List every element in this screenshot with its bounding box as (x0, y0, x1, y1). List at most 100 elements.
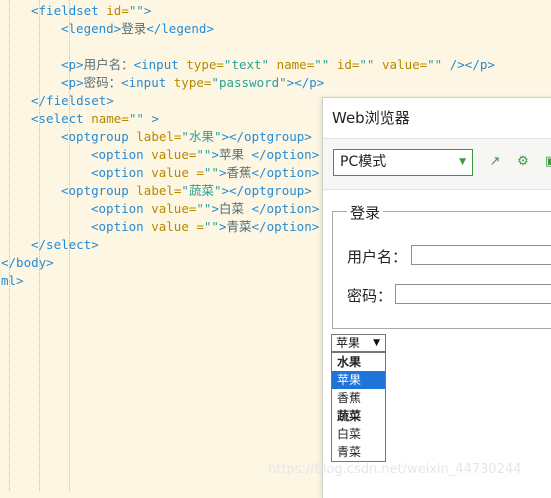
panel-icon[interactable]: ▣ (543, 154, 551, 170)
code-token: <p> (61, 57, 84, 72)
code-token: <optgroup (61, 183, 137, 198)
watermark: https://blog.csdn.net/weixin_44730244 (268, 462, 522, 477)
code-line: ml> (1, 272, 24, 290)
select-option[interactable]: 白菜 (332, 425, 385, 443)
code-line: <option value="">白菜 </option> (91, 200, 319, 218)
code-token: > (211, 147, 219, 162)
code-token: "" (196, 201, 212, 216)
code-token: name= (91, 111, 129, 126)
code-token: > (143, 3, 152, 18)
select-option[interactable]: 香蕉 (332, 389, 385, 407)
code-token: value = (151, 219, 204, 234)
code-token: 用户名： (83, 57, 134, 72)
web-browser-panel: Web浏览器 PC模式 ▼ ↗ ⚙ ▣ 登录 用户名： 密码： 苹果 ▼ 水果苹… (322, 97, 551, 498)
mode-select-value: PC模式 (340, 154, 387, 170)
browser-title: Web浏览器 (332, 109, 410, 127)
code-token: value= (151, 201, 197, 216)
code-token: <fieldset (31, 3, 107, 18)
fruit-select[interactable]: 苹果 ▼ (331, 334, 386, 352)
code-token: "" (203, 165, 219, 180)
code-token: </option> (251, 201, 320, 216)
code-token: value= (151, 147, 197, 162)
browser-toolbar: PC模式 ▼ ↗ ⚙ ▣ (323, 138, 551, 190)
code-line: <option value="">苹果 </option> (91, 146, 319, 164)
code-token: "" (314, 57, 330, 72)
indent-guide (9, 0, 10, 491)
code-line: </body> (1, 254, 54, 272)
code-token: 登录 (121, 21, 147, 36)
code-token: > (218, 219, 227, 234)
code-token: <select (31, 111, 92, 126)
password-input[interactable] (395, 284, 551, 304)
login-fieldset (332, 211, 551, 329)
code-token: <optgroup (61, 129, 137, 144)
code-token: value = (151, 165, 204, 180)
code-line: <option value ="">香蕉</option> (91, 164, 319, 182)
optgroup-label: 水果 (337, 355, 362, 369)
code-token: "" (128, 111, 144, 126)
select-option[interactable]: 苹果 (332, 371, 385, 389)
code-token: "" (427, 57, 443, 72)
code-line: <p>密码：<input type="password"></p> (61, 74, 324, 92)
code-token: name= (269, 57, 315, 72)
code-token: 密码： (83, 75, 122, 90)
select-current-value: 苹果 (336, 336, 361, 350)
code-token: </legend> (146, 21, 214, 36)
chevron-down-icon: ▼ (459, 157, 466, 167)
code-token: </option> (251, 219, 320, 234)
code-token: /></p> (442, 57, 495, 72)
code-token: > (143, 111, 159, 126)
code-token: </fieldset> (31, 93, 114, 108)
code-token: </select> (31, 237, 99, 252)
code-token: </option> (251, 165, 320, 180)
code-token: "password" (211, 75, 287, 90)
code-token: 白菜 (218, 201, 252, 216)
code-line: <optgroup label="水果"></optgroup> (61, 128, 312, 146)
select-option[interactable]: 青菜 (332, 443, 385, 461)
code-line: </select> (31, 236, 99, 254)
code-token: 青菜 (226, 219, 252, 234)
code-token: "水果" (181, 129, 222, 144)
password-label: 密码： (347, 287, 393, 305)
username-label: 用户名： (347, 248, 408, 266)
code-token: id= (106, 3, 129, 18)
code-token: "" (203, 219, 219, 234)
code-token: "text" (223, 57, 270, 72)
username-input[interactable] (411, 245, 551, 265)
code-token: <option (91, 219, 152, 234)
mode-select[interactable]: PC模式 ▼ (333, 149, 473, 176)
code-token: 苹果 (218, 147, 252, 162)
code-token: </body> (1, 255, 54, 270)
code-token: <option (91, 147, 152, 162)
open-external-icon[interactable]: ↗ (487, 154, 503, 170)
code-token: > (211, 201, 219, 216)
select-dropdown-list: 水果苹果 香蕉蔬菜白菜 青菜 (331, 352, 386, 462)
code-token: <legend> (61, 21, 122, 36)
chevron-down-icon: ▼ (373, 338, 380, 348)
code-token: ></p> (286, 75, 325, 90)
code-line: </fieldset> (31, 92, 114, 110)
code-token: label= (136, 183, 182, 198)
optgroup-label: 蔬菜 (337, 409, 362, 423)
code-token: "蔬菜" (181, 183, 222, 198)
code-token: label= (136, 129, 182, 144)
code-token: ></optgroup> (221, 183, 312, 198)
code-token: <option (91, 201, 152, 216)
code-token: <option (91, 165, 152, 180)
code-line: <fieldset id=""> (31, 2, 151, 20)
code-line: <optgroup label="蔬菜"></optgroup> (61, 182, 312, 200)
code-token: ml> (1, 273, 24, 288)
code-line: <p>用户名：<input type="text" name="" id="" … (61, 56, 495, 74)
code-token: "" (196, 147, 212, 162)
code-line: <option value ="">青菜</option> (91, 218, 319, 236)
code-token: <input (121, 75, 174, 90)
code-token: > (218, 165, 227, 180)
code-token: <p> (61, 75, 84, 90)
code-token: ></optgroup> (221, 129, 312, 144)
settings-icon[interactable]: ⚙ (515, 154, 531, 170)
code-line: <legend>登录</legend> (61, 20, 214, 38)
code-token: type= (173, 75, 212, 90)
code-token: <input (133, 57, 187, 72)
code-token: "" (128, 3, 144, 18)
fieldset-legend: 登录 (347, 202, 384, 223)
